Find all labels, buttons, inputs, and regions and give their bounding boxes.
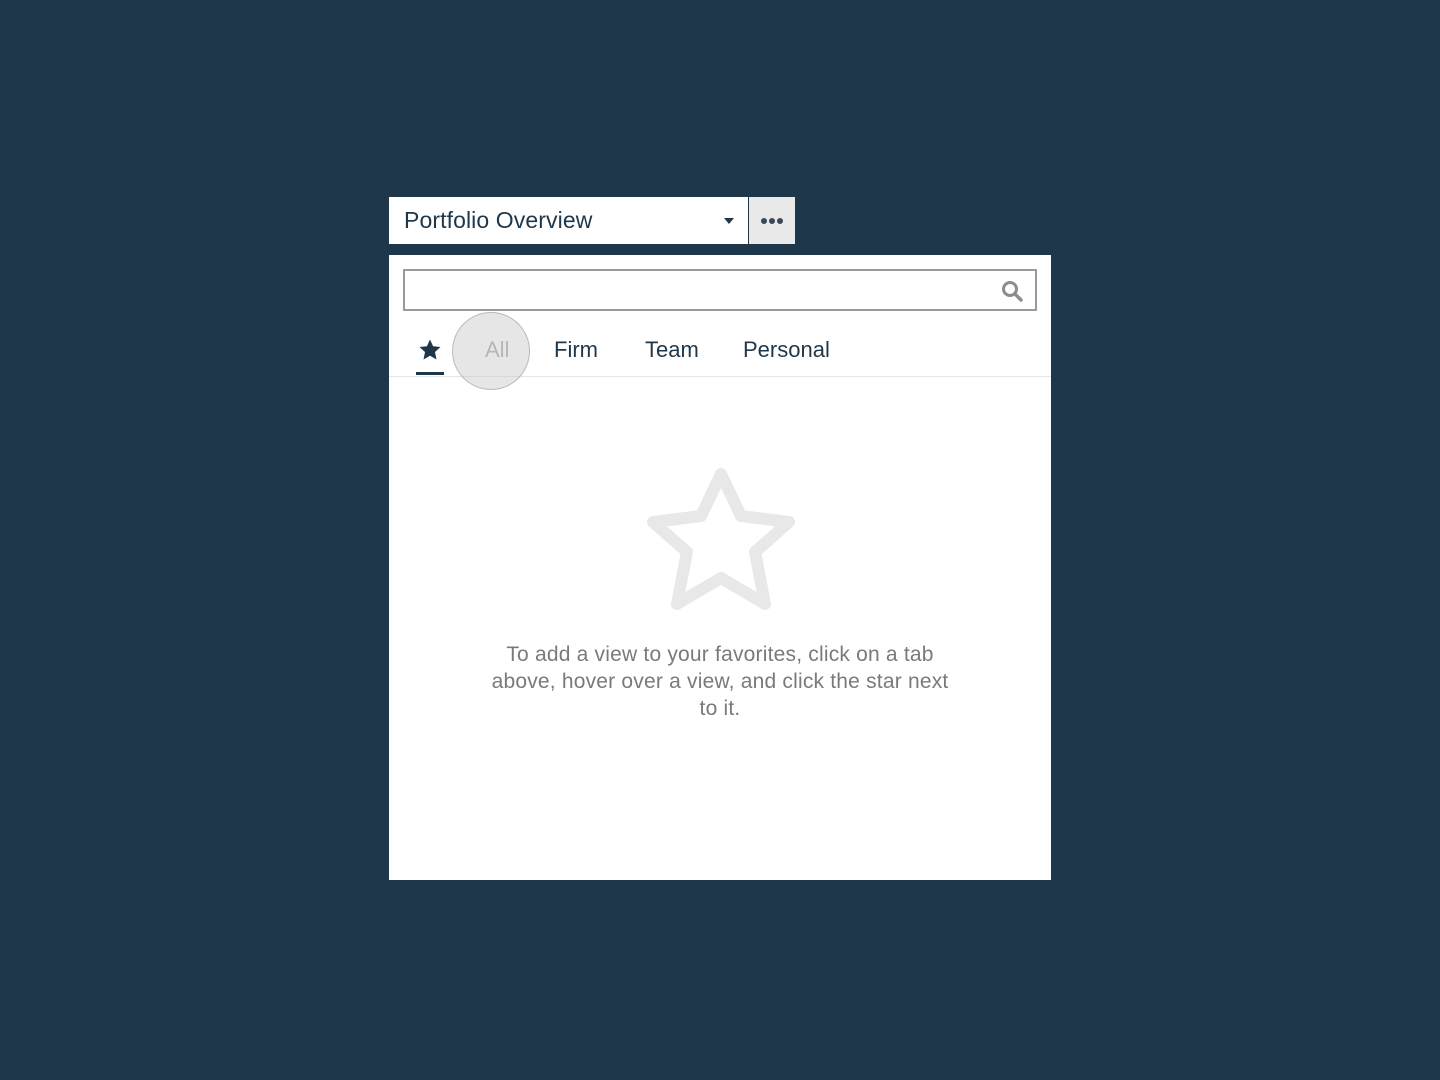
more-options-button[interactable] <box>749 197 795 244</box>
star-outline-icon <box>647 468 795 610</box>
more-horizontal-icon <box>761 217 767 224</box>
tab-firm[interactable]: Firm <box>554 325 598 375</box>
empty-state-message: To add a view to your favorites, click o… <box>491 643 949 720</box>
tab-team[interactable]: Team <box>645 325 699 375</box>
active-tab-indicator <box>416 372 444 375</box>
view-selector-dropdown[interactable]: Portfolio Overview <box>389 197 748 244</box>
caret-down-icon <box>724 218 734 224</box>
search-icon[interactable] <box>1001 280 1023 302</box>
search-box <box>403 269 1037 311</box>
view-selector-title: Portfolio Overview <box>404 207 593 233</box>
tab-favorites[interactable] <box>416 325 444 375</box>
star-icon <box>419 339 441 360</box>
click-ripple-indicator <box>452 312 530 390</box>
search-input[interactable] <box>405 271 985 309</box>
views-panel: All Firm Team Personal To add a view to … <box>389 255 1051 880</box>
tab-personal[interactable]: Personal <box>743 325 830 375</box>
